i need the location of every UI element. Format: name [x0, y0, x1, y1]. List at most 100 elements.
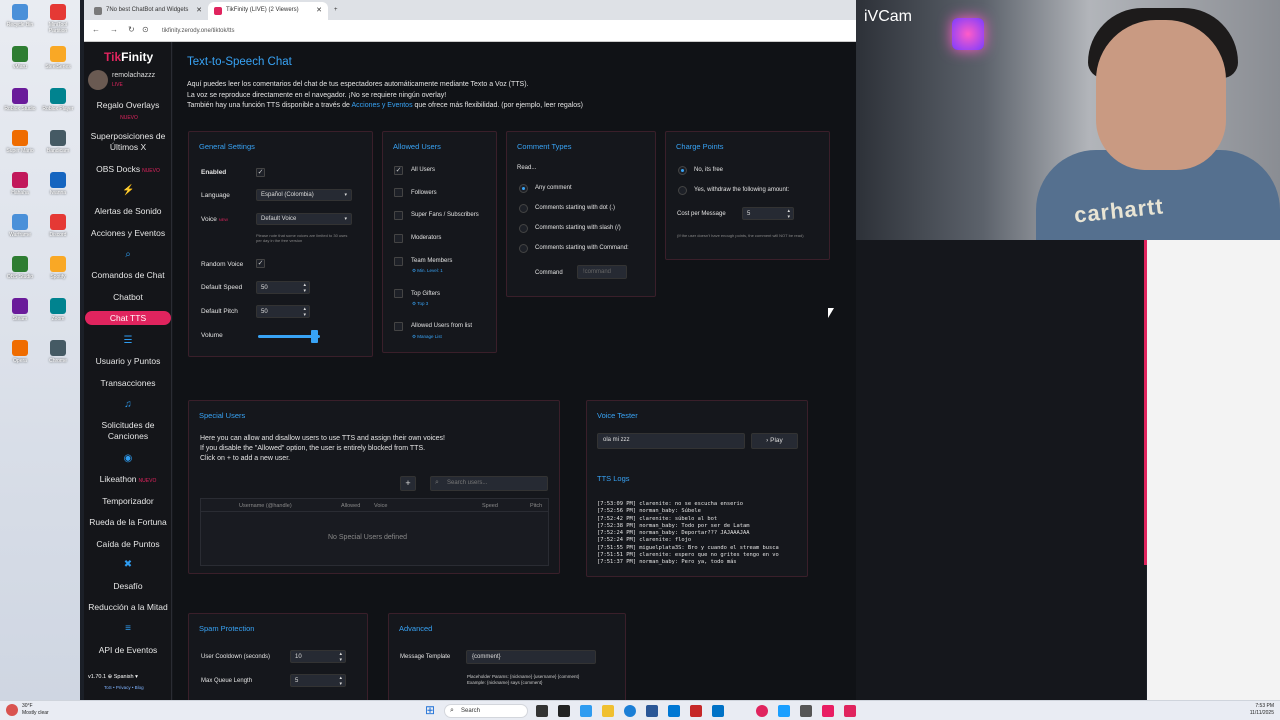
version-language[interactable]: v1.70.1 ⊕ Spanish ▾: [88, 674, 138, 680]
url-field[interactable]: tikfinity.zerody.one/tiktok/tts: [154, 25, 794, 37]
team-members-checkbox[interactable]: [394, 257, 403, 266]
vscode-icon[interactable]: [668, 705, 680, 717]
desktop-icon[interactable]: Super Mario: [2, 130, 38, 168]
desktop-icon[interactable]: Warframe: [2, 214, 38, 252]
sidebar-item-users-points[interactable]: Usuario y Puntos: [84, 356, 172, 367]
col-voice[interactable]: Voice: [374, 503, 387, 509]
sidebar-item-wheel[interactable]: Rueda de la Fortuna: [84, 517, 172, 528]
superfans-checkbox[interactable]: [394, 211, 403, 220]
dot-comment-radio[interactable]: [519, 204, 528, 213]
col-username[interactable]: Username (@handle): [239, 503, 292, 509]
desktop-icon[interactable]: Roblox Studio: [2, 88, 38, 126]
sidebar-item-transactions[interactable]: Transacciones: [84, 378, 172, 389]
desktop-icon[interactable]: vMaru: [2, 46, 38, 84]
user-profile[interactable]: remolachazzz LIVE: [88, 70, 170, 92]
desktop-icon[interactable]: Steam: [2, 298, 38, 336]
footer-links[interactable]: ToS • Privacy • Blog: [104, 685, 144, 690]
language-select[interactable]: Español (Colombia) ▾: [256, 189, 352, 201]
sidebar-item-halving[interactable]: Reducción a la Mitad: [84, 602, 172, 613]
weather-icon[interactable]: [6, 704, 18, 716]
close-tab-icon[interactable]: ✕: [196, 6, 202, 14]
allowed-list-checkbox[interactable]: [394, 322, 403, 331]
enabled-checkbox[interactable]: ✓: [256, 168, 265, 177]
command-input[interactable]: !command: [577, 265, 627, 279]
sidebar-item-timer[interactable]: Temporizador: [84, 496, 172, 507]
actions-events-link[interactable]: Acciones y Eventos: [351, 102, 412, 109]
sidebar-item-chat-tts[interactable]: Chat TTS: [85, 311, 171, 325]
tikfinity-icon[interactable]: [844, 705, 856, 717]
cost-input[interactable]: 5 ▴ ▾: [742, 207, 794, 220]
desktop-icon[interactable]: Bandicam: [40, 130, 76, 168]
pitch-input[interactable]: 50 ▴ ▾: [256, 305, 310, 318]
edge-icon[interactable]: [624, 705, 636, 717]
desktop-icon[interactable]: MiniTool Partition: [40, 4, 76, 42]
sidebar-item-challenge[interactable]: Desafío: [84, 581, 172, 592]
any-comment-radio[interactable]: [519, 184, 528, 193]
obs-icon[interactable]: [800, 705, 812, 717]
tester-input[interactable]: ola mi zzz: [597, 433, 745, 449]
team-level-link[interactable]: ⚙ Min. Level: 1: [412, 268, 443, 274]
col-allowed[interactable]: Allowed: [341, 503, 360, 509]
top-gifters-link[interactable]: ⚙ Top 3: [412, 301, 428, 307]
shield-icon[interactable]: [690, 705, 702, 717]
sidebar-item-gift-overlays[interactable]: Regalo Overlays NUEVO: [84, 100, 172, 124]
desktop-icon[interactable]: Recycle Bin: [2, 4, 38, 42]
random-voice-checkbox[interactable]: ✓: [256, 259, 265, 268]
desktop-icon[interactable]: Zoom: [40, 298, 76, 336]
cooldown-input[interactable]: 10 ▴ ▾: [290, 650, 346, 663]
desktop-icon[interactable]: Roblox Player: [40, 88, 76, 126]
command-comment-radio[interactable]: [519, 244, 528, 253]
manage-list-link[interactable]: ⚙ Manage List: [412, 334, 442, 340]
desktop-icon[interactable]: Discord: [40, 214, 76, 252]
add-user-button[interactable]: +: [400, 476, 416, 491]
sidebar-item-obs-docks[interactable]: OBS Docks NUEVO: [84, 164, 172, 177]
speed-input[interactable]: 50 ▴ ▾: [256, 281, 310, 294]
template-input[interactable]: {comment}: [466, 650, 596, 664]
close-tab-icon[interactable]: ✕: [316, 6, 322, 14]
moderators-checkbox[interactable]: [394, 234, 403, 243]
slash-comment-radio[interactable]: [519, 224, 528, 233]
sidebar-item-events-api[interactable]: API de Eventos: [84, 645, 172, 656]
back-icon[interactable]: ←: [92, 25, 100, 34]
desktop-icon[interactable]: Opera: [2, 340, 38, 378]
search-users-input[interactable]: ⌕ Search users...: [430, 476, 548, 491]
store-icon[interactable]: [646, 705, 658, 717]
sidebar-item-actions-events[interactable]: Acciones y Eventos: [84, 228, 172, 239]
sidebar-item-sound-alerts[interactable]: Alertas de Sonido: [84, 206, 172, 217]
weather-widget[interactable]: 30°F Mostly clear: [22, 703, 49, 717]
browser-tab-widgets[interactable]: 7No best ChatBot and Widgets ✕: [88, 2, 208, 20]
new-tab-button[interactable]: +: [328, 2, 348, 20]
clock[interactable]: 7:53 PM 11/11/2025: [1238, 703, 1274, 717]
volume-handle[interactable]: [310, 330, 318, 343]
chrome-icon[interactable]: [756, 705, 768, 717]
free-radio[interactable]: [678, 166, 687, 175]
sidebar-item-chat-commands[interactable]: Comandos de Chat: [84, 270, 172, 281]
app-icon[interactable]: [822, 705, 834, 717]
desktop-icon[interactable]: SteelSeries: [40, 46, 76, 84]
taskbar-search[interactable]: ⌕ Search: [444, 704, 528, 718]
file-explorer-icon[interactable]: [602, 705, 614, 717]
steam-icon[interactable]: [778, 705, 790, 717]
top-gifters-checkbox[interactable]: [394, 289, 403, 298]
sidebar-item-likeathon[interactable]: Likeathon NUEVO: [84, 474, 172, 487]
all-users-checkbox[interactable]: ✓: [394, 166, 403, 175]
desktop-icon[interactable]: Hahaha: [2, 172, 38, 210]
browser-tab-tikfinity[interactable]: TikFinity (LIVE) (2 Viewers) ✕: [208, 2, 328, 20]
sidebar-item-song-requests[interactable]: Solicitudes de Canciones: [84, 420, 172, 442]
queue-input[interactable]: 5 ▴ ▾: [290, 674, 346, 687]
sidebar-item-last-x-overlays[interactable]: Superposiciones de Últimos X: [84, 131, 172, 153]
desktop-icon[interactable]: Chrome: [40, 340, 76, 378]
col-pitch[interactable]: Pitch: [530, 503, 542, 509]
terminal-icon[interactable]: [558, 705, 570, 717]
sidebar-item-points-drop[interactable]: Caída de Puntos: [84, 539, 172, 550]
followers-checkbox[interactable]: [394, 188, 403, 197]
sidebar-item-chatbot[interactable]: Chatbot: [84, 292, 172, 303]
forward-icon[interactable]: →: [110, 25, 118, 34]
reload-icon[interactable]: ↻: [128, 25, 135, 34]
col-speed[interactable]: Speed: [482, 503, 498, 509]
play-button[interactable]: › Play: [751, 433, 798, 449]
desktop-icon[interactable]: OBS Studio: [2, 256, 38, 294]
app-icon[interactable]: [580, 705, 592, 717]
outlook-icon[interactable]: [712, 705, 724, 717]
voice-select[interactable]: Default Voice ▾: [256, 213, 352, 225]
